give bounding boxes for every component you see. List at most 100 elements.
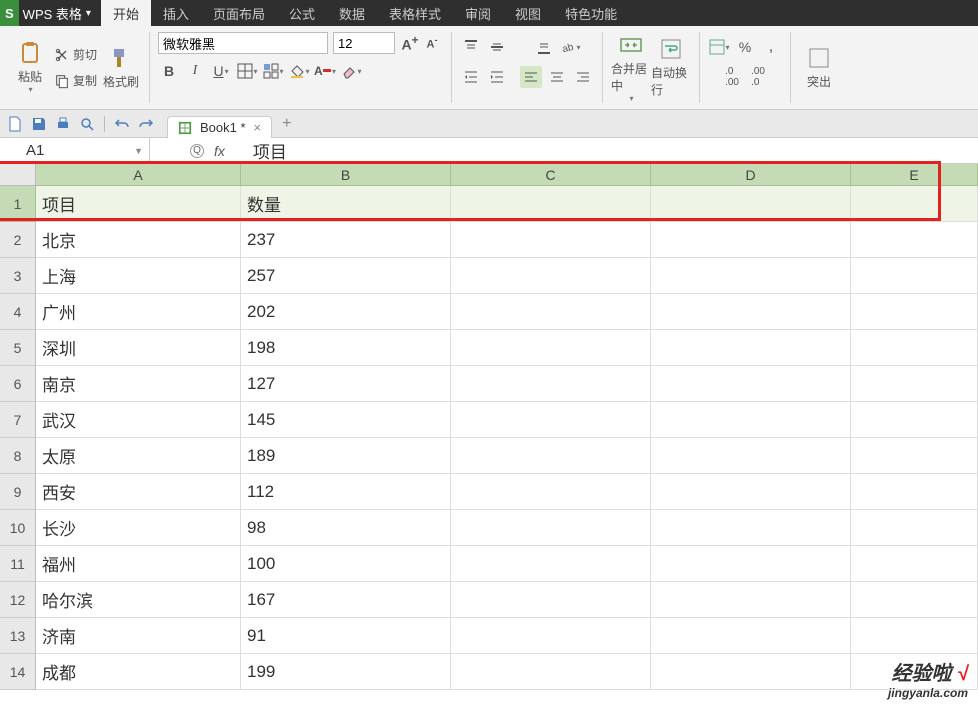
cell-E8[interactable] — [851, 438, 978, 474]
add-tab-button[interactable]: + — [282, 115, 291, 133]
merge-center-button[interactable]: 合并居中 ▾ — [611, 33, 651, 103]
cell-A12[interactable]: 哈尔滨 — [36, 582, 241, 618]
cell-B8[interactable]: 189 — [241, 438, 451, 474]
column-header-E[interactable]: E — [851, 164, 978, 186]
percent-button[interactable]: % — [734, 36, 756, 58]
cell-C8[interactable] — [451, 438, 651, 474]
column-header-A[interactable]: A — [36, 164, 241, 186]
cell-D7[interactable] — [651, 402, 851, 438]
row-header-6[interactable]: 6 — [0, 366, 36, 402]
increase-indent-button[interactable] — [486, 66, 508, 88]
cell-B1[interactable]: 数量 — [241, 186, 451, 222]
cell-C6[interactable] — [451, 366, 651, 402]
cell-C9[interactable] — [451, 474, 651, 510]
cell-C2[interactable] — [451, 222, 651, 258]
cell-C13[interactable] — [451, 618, 651, 654]
cell-A9[interactable]: 西安 — [36, 474, 241, 510]
cell-E1[interactable] — [851, 186, 978, 222]
wrap-text-button[interactable]: 自动换行 — [651, 33, 691, 103]
cell-E4[interactable] — [851, 294, 978, 330]
paste-button[interactable]: 粘贴 ▾ — [10, 33, 50, 103]
cell-A6[interactable]: 南京 — [36, 366, 241, 402]
font-selector[interactable] — [158, 32, 328, 54]
name-box[interactable]: A1 ▼ — [0, 138, 150, 163]
formula-value[interactable]: 项目 — [235, 138, 287, 163]
row-header-10[interactable]: 10 — [0, 510, 36, 546]
cell-B7[interactable]: 145 — [241, 402, 451, 438]
row-header-12[interactable]: 12 — [0, 582, 36, 618]
cell-style-button[interactable]: ▾ — [262, 60, 284, 82]
new-button[interactable] — [4, 113, 26, 135]
cell-D6[interactable] — [651, 366, 851, 402]
cell-A10[interactable]: 长沙 — [36, 510, 241, 546]
cell-D11[interactable] — [651, 546, 851, 582]
comma-button[interactable]: , — [760, 36, 782, 58]
cell-E2[interactable] — [851, 222, 978, 258]
cell-C3[interactable] — [451, 258, 651, 294]
cell-B6[interactable]: 127 — [241, 366, 451, 402]
increase-decimal-button[interactable]: .0.00 — [721, 66, 743, 88]
orientation-button[interactable]: ab▾ — [559, 36, 581, 58]
cell-D3[interactable] — [651, 258, 851, 294]
app-dropdown-icon[interactable]: ▾ — [86, 8, 91, 19]
select-all-corner[interactable] — [0, 164, 36, 186]
print-button[interactable] — [52, 113, 74, 135]
cell-D1[interactable] — [651, 186, 851, 222]
cell-E7[interactable] — [851, 402, 978, 438]
column-header-C[interactable]: C — [451, 164, 651, 186]
row-header-5[interactable]: 5 — [0, 330, 36, 366]
cell-E3[interactable] — [851, 258, 978, 294]
row-header-11[interactable]: 11 — [0, 546, 36, 582]
cell-B3[interactable]: 257 — [241, 258, 451, 294]
align-middle-button[interactable] — [486, 36, 508, 58]
row-header-1[interactable]: 1 — [0, 186, 36, 222]
align-right-button[interactable] — [572, 66, 594, 88]
cell-E5[interactable] — [851, 330, 978, 366]
border-button[interactable]: ▾ — [236, 60, 258, 82]
cell-C11[interactable] — [451, 546, 651, 582]
row-header-14[interactable]: 14 — [0, 654, 36, 690]
cell-A14[interactable]: 成都 — [36, 654, 241, 690]
cell-A11[interactable]: 福州 — [36, 546, 241, 582]
cell-C4[interactable] — [451, 294, 651, 330]
cell-B9[interactable]: 112 — [241, 474, 451, 510]
cell-E6[interactable] — [851, 366, 978, 402]
help-icon[interactable]: Q — [190, 144, 204, 158]
menu-tab-8[interactable]: 特色功能 — [553, 0, 629, 26]
cell-E13[interactable] — [851, 618, 978, 654]
decrease-font-button[interactable]: A- — [421, 32, 443, 54]
cell-E9[interactable] — [851, 474, 978, 510]
cell-D14[interactable] — [651, 654, 851, 690]
row-header-9[interactable]: 9 — [0, 474, 36, 510]
cell-A1[interactable]: 项目 — [36, 186, 241, 222]
cell-E10[interactable] — [851, 510, 978, 546]
cell-C7[interactable] — [451, 402, 651, 438]
cell-C1[interactable] — [451, 186, 651, 222]
cell-A13[interactable]: 济南 — [36, 618, 241, 654]
chevron-down-icon[interactable]: ▼ — [134, 146, 143, 156]
number-format-button[interactable]: ▾ — [708, 36, 730, 58]
menu-tab-7[interactable]: 视图 — [503, 0, 553, 26]
copy-button[interactable]: 复制 — [50, 70, 101, 92]
menu-tab-3[interactable]: 公式 — [277, 0, 327, 26]
cut-button[interactable]: 剪切 — [50, 44, 101, 66]
cell-B5[interactable]: 198 — [241, 330, 451, 366]
cell-D13[interactable] — [651, 618, 851, 654]
column-header-D[interactable]: D — [651, 164, 851, 186]
cell-C12[interactable] — [451, 582, 651, 618]
undo-button[interactable] — [111, 113, 133, 135]
menu-tab-4[interactable]: 数据 — [327, 0, 377, 26]
cell-D4[interactable] — [651, 294, 851, 330]
menu-tab-6[interactable]: 审阅 — [453, 0, 503, 26]
cell-C14[interactable] — [451, 654, 651, 690]
cell-D2[interactable] — [651, 222, 851, 258]
row-header-7[interactable]: 7 — [0, 402, 36, 438]
cell-A4[interactable]: 广州 — [36, 294, 241, 330]
row-header-13[interactable]: 13 — [0, 618, 36, 654]
cell-A7[interactable]: 武汉 — [36, 402, 241, 438]
decrease-indent-button[interactable] — [460, 66, 482, 88]
bold-button[interactable]: B — [158, 60, 180, 82]
cell-D10[interactable] — [651, 510, 851, 546]
row-header-3[interactable]: 3 — [0, 258, 36, 294]
document-tab[interactable]: Book1 * × — [167, 116, 272, 138]
